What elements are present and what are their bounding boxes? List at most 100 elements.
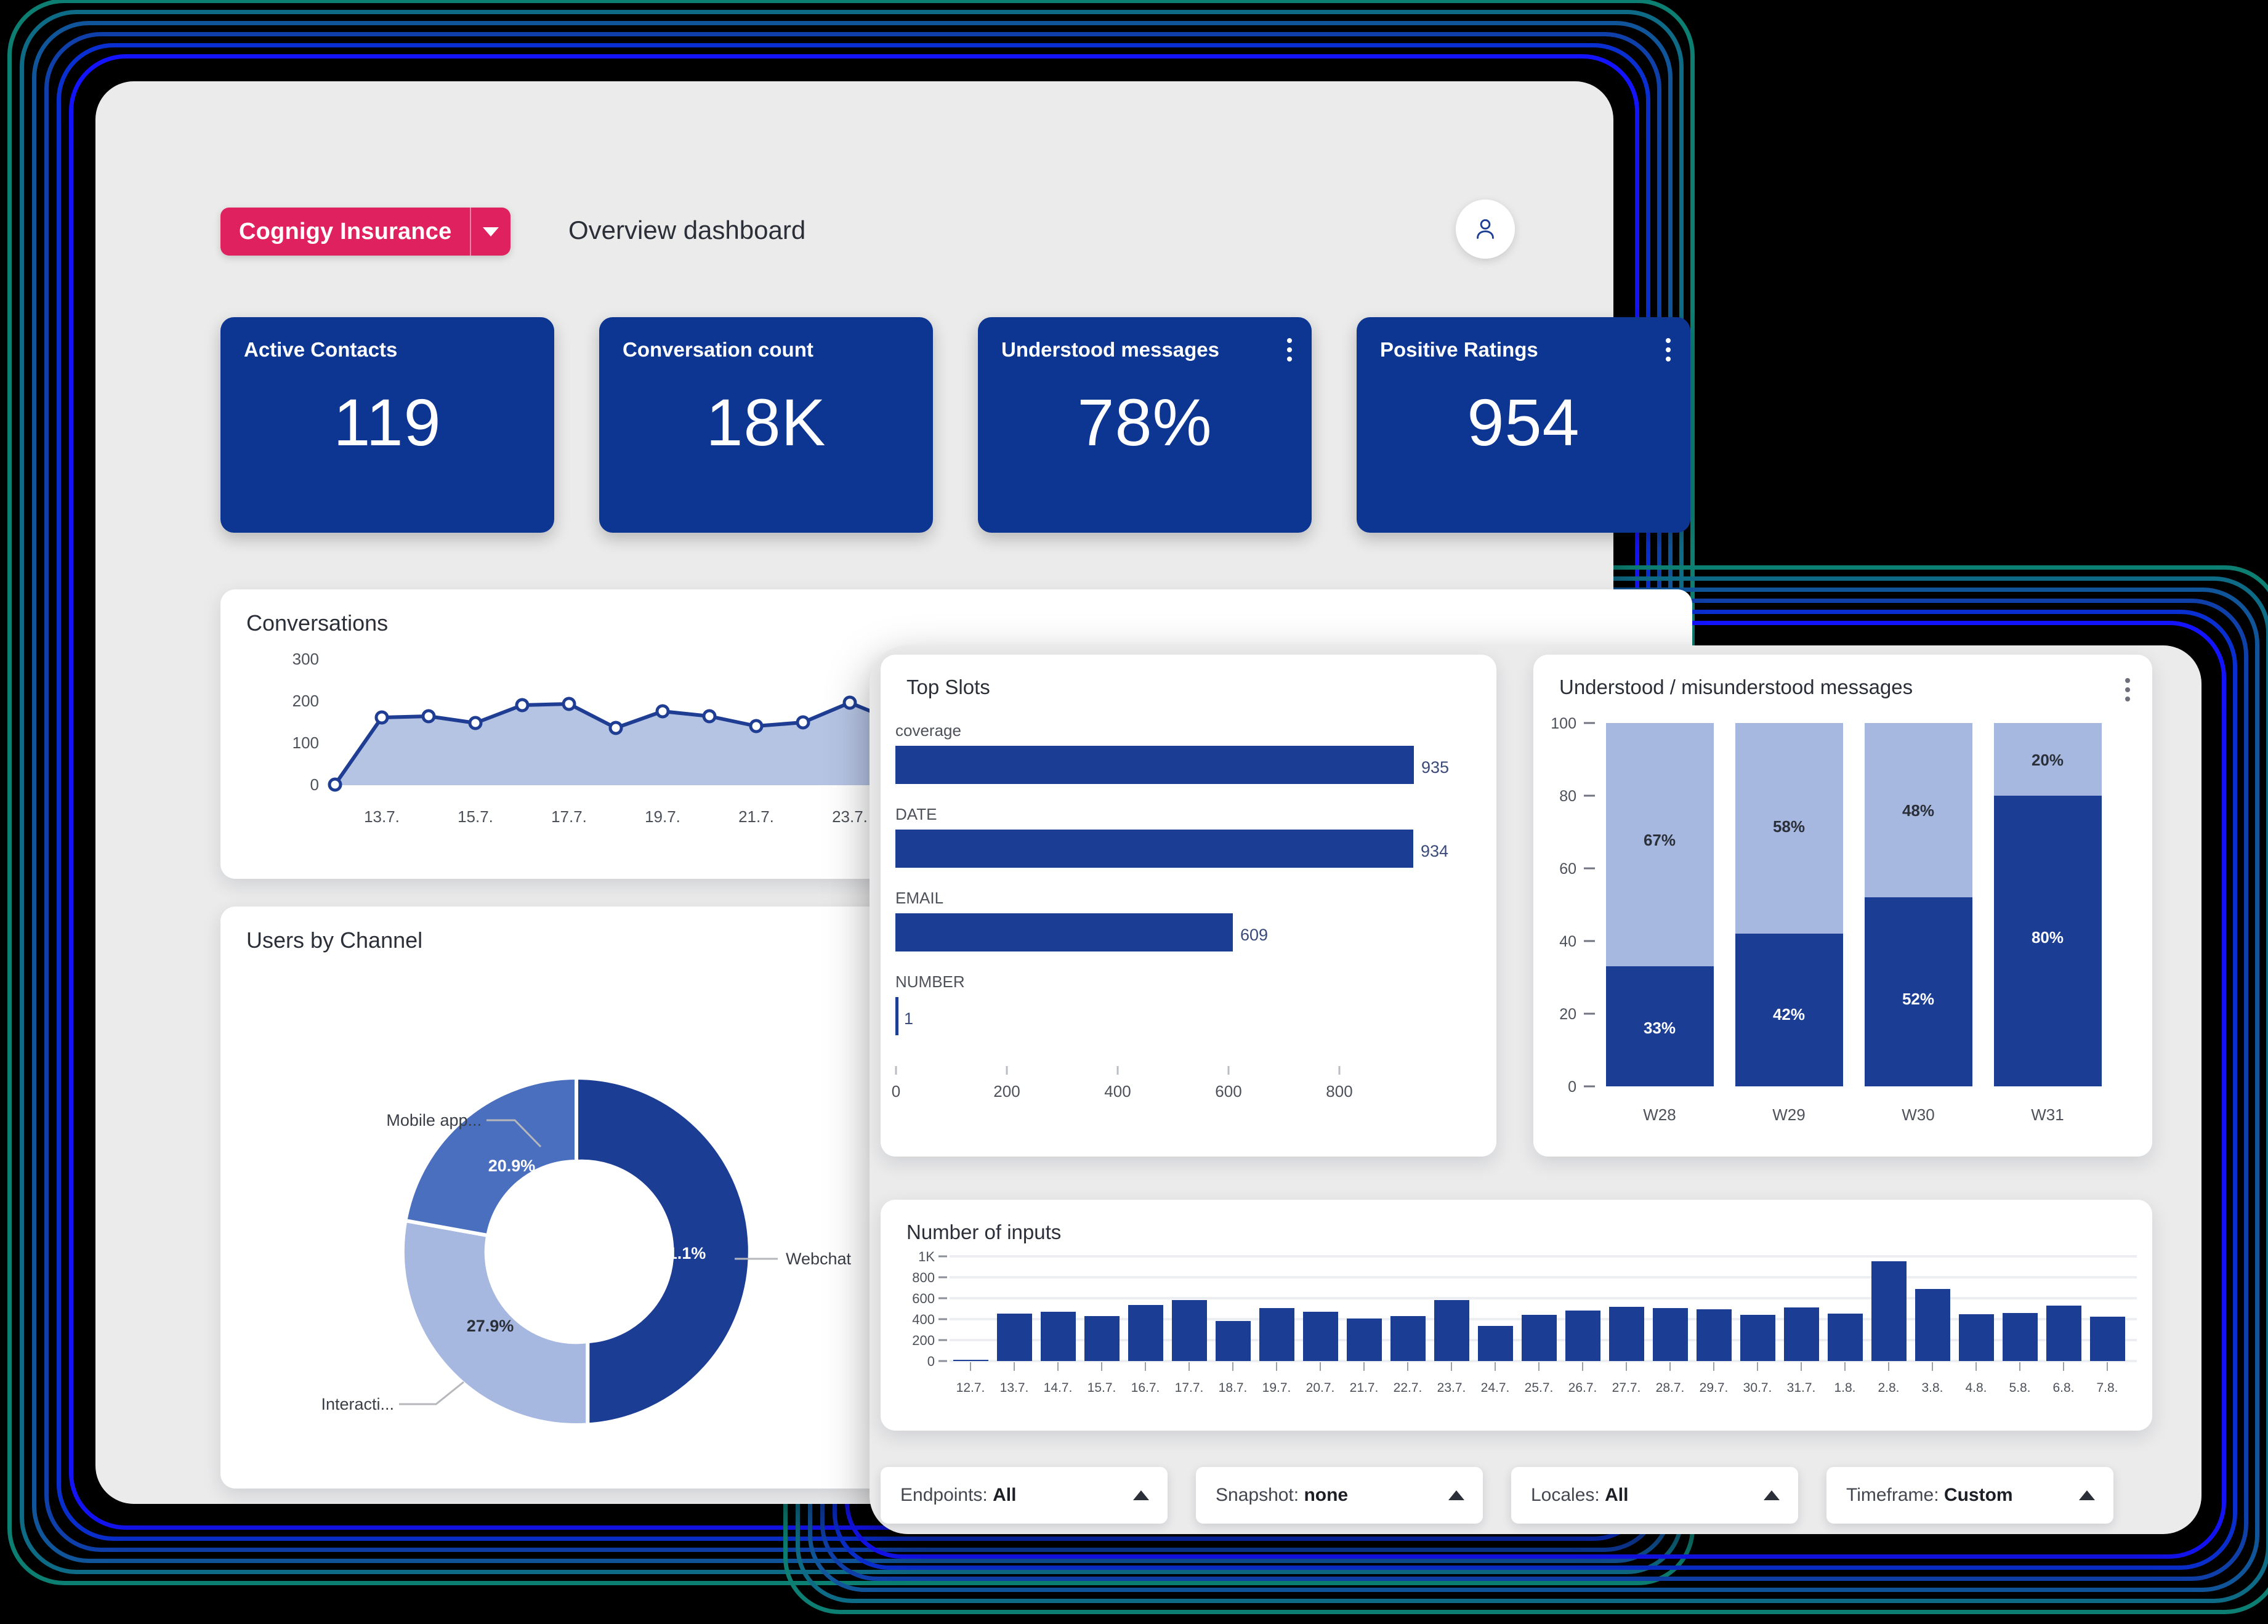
filter-snapshot[interactable]: Snapshot: none xyxy=(1196,1467,1483,1524)
donut-value-webchat: 51.1% xyxy=(659,1244,706,1262)
slot-value-email: 609 xyxy=(1240,926,1268,944)
brand-dropdown-toggle[interactable] xyxy=(470,208,511,256)
x-tick-label: 17.7. xyxy=(551,807,587,826)
bar-label-w29-understood: 42% xyxy=(1773,1005,1805,1024)
x-tick-label: 19.7. xyxy=(645,807,680,826)
card-title: Users by Channel xyxy=(246,927,423,953)
y-tick-80: 80 xyxy=(1559,788,1576,805)
chevron-up-icon xyxy=(1133,1490,1149,1500)
slot-label-coverage: coverage xyxy=(895,721,961,740)
kpi-title: Positive Ratings xyxy=(1380,338,1538,361)
y-axis-tick-marks xyxy=(1584,722,1595,1088)
slot-label-number: NUMBER xyxy=(895,972,965,991)
y-tick-100: 100 xyxy=(293,733,319,752)
svg-text:6.8.: 6.8. xyxy=(2052,1381,2074,1395)
svg-text:29.7.: 29.7. xyxy=(1700,1381,1729,1395)
bar-label-w28-understood: 33% xyxy=(1644,1019,1676,1037)
y-tick-40: 40 xyxy=(1559,933,1576,950)
chevron-up-icon xyxy=(1448,1490,1464,1500)
svg-text:25.7.: 25.7. xyxy=(1525,1381,1554,1395)
kebab-menu-icon[interactable] xyxy=(2125,678,2130,701)
users-by-channel-donut-chart[interactable]: 51.1% 27.9% 20.9% Mobile app... Webchat … xyxy=(220,907,932,1489)
kpi-value: 78% xyxy=(1077,385,1213,459)
bar-label-w30-understood: 52% xyxy=(1902,990,1934,1008)
kpi-value: 119 xyxy=(333,385,442,459)
card-title: Number of inputs xyxy=(906,1221,1062,1243)
stacked-bar-w30[interactable]: 48% 52% xyxy=(1865,723,1972,1086)
svg-text:18.7.: 18.7. xyxy=(1219,1381,1248,1395)
x-tick-w29: W29 xyxy=(1772,1105,1805,1124)
svg-text:24.7.: 24.7. xyxy=(1481,1381,1510,1395)
svg-text:31.7.: 31.7. xyxy=(1787,1381,1816,1395)
x-tick-w31: W31 xyxy=(2031,1105,2064,1124)
svg-text:28.7.: 28.7. xyxy=(1656,1381,1685,1395)
svg-text:27.7.: 27.7. xyxy=(1612,1381,1641,1395)
x-tick-600: 600 xyxy=(1215,1082,1241,1101)
x-tick-200: 200 xyxy=(993,1082,1020,1101)
top-slots-bar-chart[interactable]: coverage 935 DATE 934 EMAIL 609 NUMBER 1 xyxy=(881,655,1496,1157)
card-title: Understood / misunderstood messages xyxy=(1559,676,1913,698)
svg-text:14.7.: 14.7. xyxy=(1044,1381,1073,1395)
slot-bar-number[interactable] xyxy=(895,997,898,1035)
screenshot-stage: Cognigy Insurance Overview dashboard Act… xyxy=(0,0,2268,1624)
filter-locales-text: Locales: All xyxy=(1531,1485,1629,1505)
kpi-card-row: Active Contacts 119 Conversation count 1… xyxy=(220,317,1690,533)
card-title: Top Slots xyxy=(906,676,990,698)
kpi-card-understood-messages[interactable]: Understood messages 78% xyxy=(978,317,1312,533)
filter-bar: Endpoints: All Snapshot: none Locales: A… xyxy=(881,1467,2113,1524)
number-of-inputs-bar-chart[interactable]: 1K 800 600 400 200 0 12.7. 13.7. 14.7. 1… xyxy=(881,1200,2152,1431)
x-tick-label: 23.7. xyxy=(832,807,868,826)
number-of-inputs-card: Number of inputs 1K 800 600 400 200 0 12… xyxy=(881,1200,2152,1431)
bar-label-w28-misunderstood: 67% xyxy=(1644,831,1676,849)
kebab-menu-icon[interactable] xyxy=(1666,338,1671,362)
kpi-title: Understood messages xyxy=(1001,338,1219,361)
filter-timeframe[interactable]: Timeframe: Custom xyxy=(1826,1467,2113,1524)
y-tick-1k: 1K xyxy=(918,1249,935,1264)
filter-timeframe-text: Timeframe: Custom xyxy=(1846,1485,2013,1505)
x-tick-0: 0 xyxy=(892,1082,900,1101)
bar-label-w31-understood: 80% xyxy=(2032,928,2064,947)
top-slots-card: Top Slots coverage 935 DATE 934 EMAIL 60… xyxy=(881,655,1496,1157)
svg-text:1.8.: 1.8. xyxy=(1834,1381,1855,1395)
slot-bar-coverage[interactable] xyxy=(895,746,1414,784)
kpi-card-active-contacts[interactable]: Active Contacts 119 xyxy=(220,317,554,533)
stacked-bar-w31[interactable]: 20% 80% xyxy=(1994,723,2102,1086)
slot-label-date: DATE xyxy=(895,805,937,823)
y-tick-300: 300 xyxy=(293,650,319,668)
svg-text:12.7.: 12.7. xyxy=(956,1381,985,1395)
svg-text:21.7.: 21.7. xyxy=(1350,1381,1379,1395)
x-tick-labels: 12.7. 13.7. 14.7. 15.7. 16.7. 17.7. 18.7. 19.… xyxy=(956,1381,2118,1395)
slot-bar-date[interactable] xyxy=(895,830,1413,868)
stacked-bar-w28[interactable]: 67% 33% xyxy=(1606,723,1714,1086)
svg-text:22.7.: 22.7. xyxy=(1394,1381,1423,1395)
brand-selector[interactable]: Cognigy Insurance xyxy=(220,208,511,256)
y-tick-60: 60 xyxy=(1559,860,1576,878)
bar-label-w30-misunderstood: 48% xyxy=(1902,801,1934,820)
donut-label-interactive: Interacti... xyxy=(321,1395,394,1413)
stacked-bar-w29[interactable]: 58% 42% xyxy=(1735,723,1843,1086)
filter-endpoints[interactable]: Endpoints: All xyxy=(881,1467,1168,1524)
understood-messages-card: Understood / misunderstood messages 100 … xyxy=(1533,655,2152,1157)
user-avatar-button[interactable] xyxy=(1456,200,1515,259)
understood-stacked-bar-chart[interactable]: 100 80 60 40 20 0 67% 33% 58% 42% 48% 52… xyxy=(1533,655,2152,1157)
x-axis-ticks xyxy=(895,1066,1341,1075)
filter-snapshot-text: Snapshot: none xyxy=(1216,1485,1349,1505)
y-tick-0: 0 xyxy=(1568,1078,1576,1096)
svg-text:20.7.: 20.7. xyxy=(1306,1381,1335,1395)
chevron-up-icon xyxy=(1764,1490,1780,1500)
x-tick-w28: W28 xyxy=(1643,1105,1676,1124)
kpi-value: 18K xyxy=(706,385,826,459)
filter-locales[interactable]: Locales: All xyxy=(1511,1467,1798,1524)
svg-text:19.7.: 19.7. xyxy=(1262,1381,1291,1395)
donut-value-mobile-app: 20.9% xyxy=(488,1157,536,1175)
kebab-menu-icon[interactable] xyxy=(1287,338,1292,362)
donut-label-webchat: Webchat xyxy=(786,1250,852,1268)
svg-text:7.8.: 7.8. xyxy=(2096,1381,2118,1395)
x-axis-tick-marks xyxy=(970,1362,2108,1371)
y-axis-tick-marks xyxy=(938,1255,947,1362)
filter-endpoints-text: Endpoints: All xyxy=(900,1485,1017,1505)
kpi-card-positive-ratings[interactable]: Positive Ratings 954 xyxy=(1357,317,1690,533)
svg-text:3.8.: 3.8. xyxy=(1921,1381,1943,1395)
slot-bar-email[interactable] xyxy=(895,913,1233,951)
kpi-card-conversation-count[interactable]: Conversation count 18K xyxy=(599,317,933,533)
